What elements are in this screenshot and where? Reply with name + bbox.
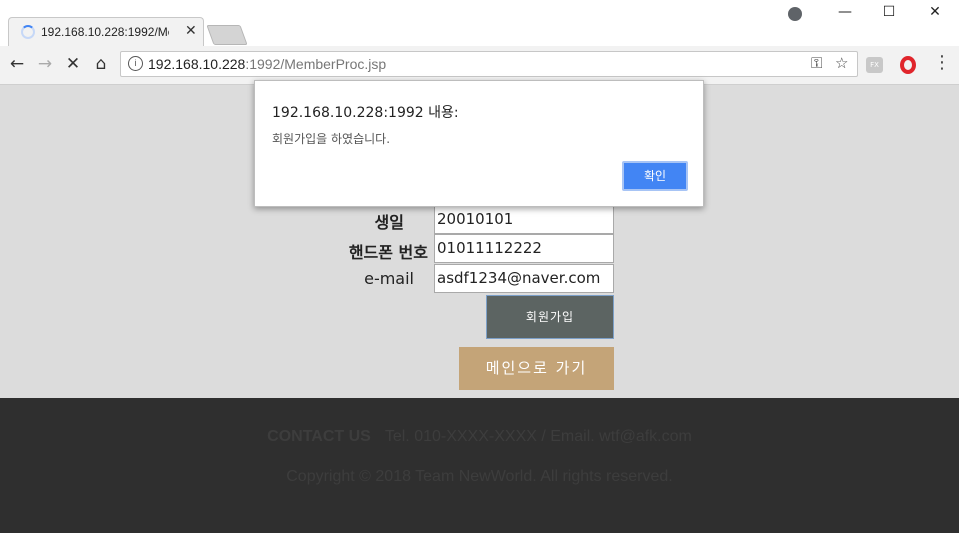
address-url: 192.168.10.228:1992/MemberProc.jsp bbox=[148, 56, 386, 72]
phone-field[interactable]: 01011112222 bbox=[434, 234, 614, 263]
opera-extension-icon[interactable] bbox=[900, 56, 916, 74]
contact-title: CONTACT US bbox=[267, 428, 371, 445]
home-icon[interactable]: ⌂ bbox=[90, 54, 112, 74]
menu-dots-icon[interactable]: ⋮ bbox=[933, 52, 951, 73]
title-bar: 192.168.10.228:1992/Mer ✕ — ☐ ✕ bbox=[0, 0, 959, 46]
minimize-button[interactable]: — bbox=[830, 4, 860, 20]
email-label: e-mail bbox=[364, 269, 414, 288]
signup-button[interactable]: 회원가입 bbox=[486, 295, 614, 339]
browser-tab[interactable]: 192.168.10.228:1992/Mer ✕ bbox=[8, 17, 204, 46]
tab-close-icon[interactable]: ✕ bbox=[185, 23, 197, 39]
birthday-label: 생일 bbox=[374, 213, 404, 232]
tab-title: 192.168.10.228:1992/Mer bbox=[41, 25, 169, 39]
address-bar[interactable]: i 192.168.10.228:1992/MemberProc.jsp ⚿ ☆ bbox=[120, 51, 858, 77]
email-field[interactable]: asdf1234@naver.com bbox=[434, 264, 614, 293]
dialog-ok-button[interactable]: 확인 bbox=[622, 161, 688, 191]
dialog-title: 192.168.10.228:1992 내용: bbox=[272, 105, 459, 121]
star-bookmark-icon[interactable]: ☆ bbox=[835, 54, 848, 72]
new-tab-button[interactable] bbox=[206, 25, 248, 45]
key-icon[interactable]: ⚿ bbox=[811, 54, 822, 72]
phone-label: 핸드폰 번호 bbox=[348, 243, 428, 262]
info-icon[interactable]: i bbox=[128, 56, 143, 71]
back-arrow-icon[interactable]: ← bbox=[6, 54, 28, 74]
footer: CONTACT US Tel. 010-XXXX-XXXX / Email. wt… bbox=[0, 398, 959, 533]
go-main-button[interactable]: 메인으로 가기 bbox=[459, 347, 614, 390]
contact-info: Tel. 010-XXXX-XXXX / Email. wtf@afk.com bbox=[384, 428, 692, 445]
alert-dialog: 192.168.10.228:1992 내용: 회원가입을 하였습니다. 확인 bbox=[254, 80, 704, 207]
forward-arrow-icon[interactable]: → bbox=[34, 54, 56, 74]
address-path: :1992/MemberProc.jsp bbox=[245, 56, 387, 72]
footer-copyright: Copyright © 2018 Team NewWorld. All righ… bbox=[286, 468, 673, 485]
account-icon[interactable] bbox=[788, 7, 802, 21]
dialog-message: 회원가입을 하였습니다. bbox=[272, 132, 391, 146]
maximize-button[interactable]: ☐ bbox=[874, 4, 904, 20]
loading-spinner-icon bbox=[21, 25, 35, 39]
footer-contact: CONTACT US Tel. 010-XXXX-XXXX / Email. wt… bbox=[0, 428, 959, 446]
birthday-field[interactable]: 20010101 bbox=[434, 205, 614, 234]
extension-icon[interactable]: FX bbox=[866, 57, 883, 73]
close-window-button[interactable]: ✕ bbox=[920, 4, 950, 20]
stop-loading-icon[interactable]: ✕ bbox=[62, 54, 84, 74]
address-host: 192.168.10.228 bbox=[148, 56, 246, 72]
